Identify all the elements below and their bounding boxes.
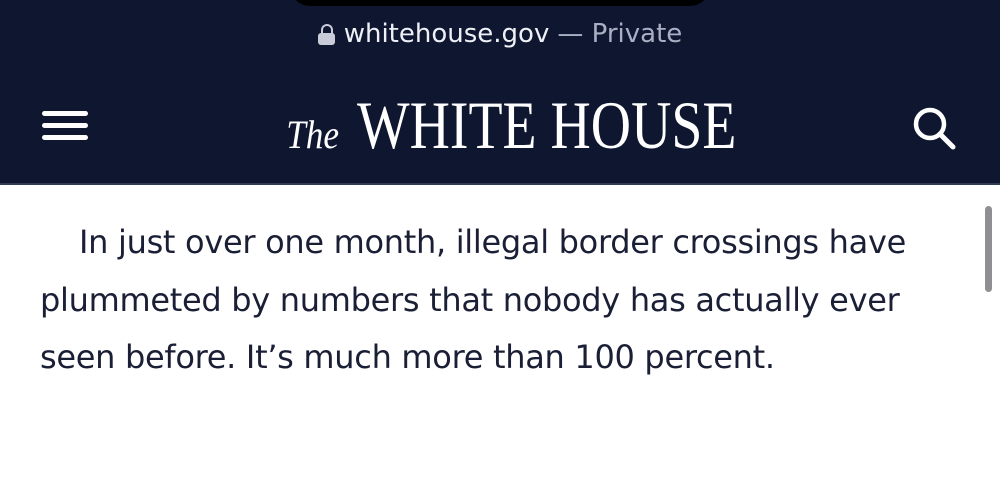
logo-the-text: The xyxy=(286,112,339,157)
private-mode-label: — Private xyxy=(557,19,683,49)
device-notch xyxy=(290,0,710,6)
header-divider xyxy=(0,183,1000,185)
search-icon[interactable] xyxy=(911,105,957,151)
article-paragraph: In just over one month, illegal border c… xyxy=(40,223,906,376)
address-bar[interactable]: whitehouse.gov — Private xyxy=(0,16,1000,52)
url-domain: whitehouse.gov xyxy=(343,19,550,49)
site-header: whitehouse.gov — Private The WHITE HOUSE xyxy=(0,0,1000,183)
scrollbar[interactable] xyxy=(985,206,992,292)
site-logo[interactable]: The WHITE HOUSE xyxy=(0,86,1000,166)
lock-icon xyxy=(317,24,336,46)
logo-white-house-text: WHITE HOUSE xyxy=(357,87,737,163)
